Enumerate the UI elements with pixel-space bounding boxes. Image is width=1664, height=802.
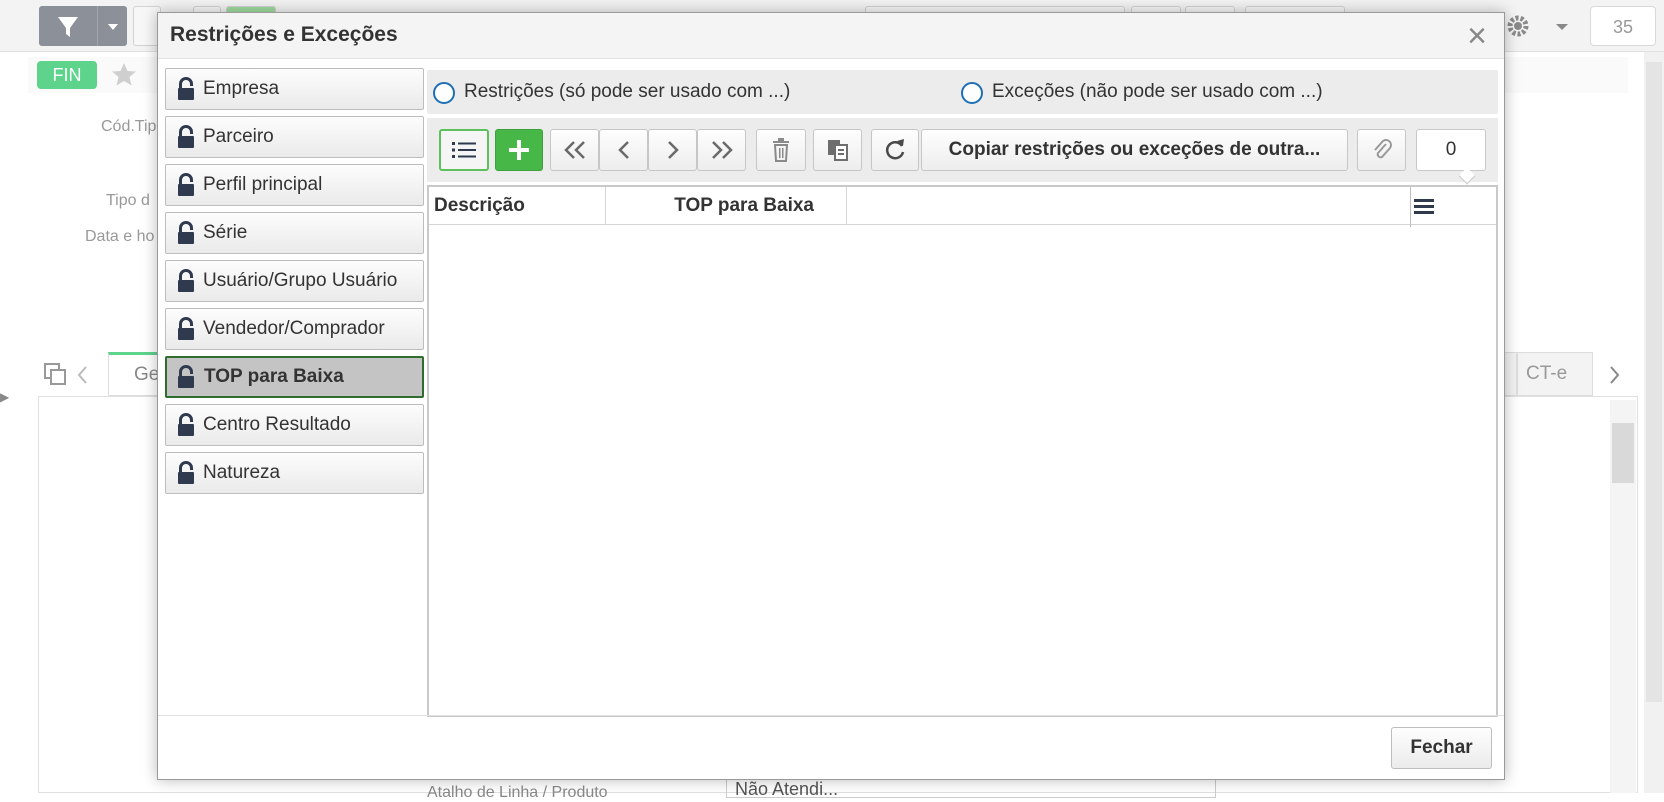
- lock-icon: [178, 317, 194, 340]
- caret-down-icon: [1556, 24, 1568, 30]
- tab-general[interactable]: Ge: [108, 352, 160, 396]
- sidebar-item-serie[interactable]: Série: [165, 212, 424, 254]
- delete-button[interactable]: [756, 129, 806, 171]
- close-icon[interactable]: ×: [1460, 19, 1494, 53]
- mode-radio-group: Restrições (só pode ser usado com ...) E…: [427, 70, 1498, 114]
- background-row-label: Atalho de Linha / Produto: [427, 784, 608, 801]
- caret-down-icon: [108, 24, 118, 30]
- sidebar-item-label: Vendedor/Comprador: [203, 318, 385, 339]
- footer-divider: [158, 715, 1504, 716]
- lock-icon: [178, 365, 194, 388]
- records-grid: Descrição TOP para Baixa: [427, 185, 1498, 717]
- record-counter: 35: [1590, 6, 1656, 46]
- lock-icon: [178, 461, 194, 484]
- column-divider: [846, 187, 847, 225]
- radio-restricoes[interactable]: [433, 82, 455, 104]
- sidebar-item-label: TOP para Baixa: [204, 366, 344, 387]
- paperclip-icon: [1373, 139, 1392, 159]
- last-record-button[interactable]: [697, 129, 746, 171]
- sidebar-item-label: Empresa: [203, 78, 280, 99]
- refresh-icon: [885, 139, 905, 160]
- tab-label: CT-e: [1526, 363, 1568, 384]
- sidebar-item-parceiro[interactable]: Parceiro: [165, 116, 424, 158]
- next-record-button[interactable]: [648, 129, 697, 171]
- sidebar-item-perfil-principal[interactable]: Perfil principal: [165, 164, 424, 206]
- field-label: Cód.Tip: [101, 118, 157, 135]
- module-badge: FIN: [37, 61, 97, 89]
- fechar-button[interactable]: Fechar: [1391, 727, 1492, 769]
- filter-icon: [58, 17, 78, 37]
- add-button[interactable]: [495, 129, 543, 171]
- column-header-top-para-baixa[interactable]: TOP para Baixa: [606, 187, 846, 225]
- tab-label: Ge: [134, 364, 160, 385]
- dialog-header: Restrições e Exceções ×: [158, 13, 1504, 59]
- settings-dropdown-button[interactable]: [1545, 6, 1579, 46]
- lock-icon: [178, 269, 194, 292]
- sidebar-item-label: Usuário/Grupo Usuário: [203, 270, 398, 291]
- tab-partial[interactable]: [1505, 352, 1517, 396]
- sidebar-item-label: Centro Resultado: [203, 414, 351, 435]
- lock-icon: [178, 125, 194, 148]
- duplicate-button[interactable]: [813, 129, 862, 171]
- lock-icon: [178, 77, 194, 100]
- page-scrollbar-thumb[interactable]: [1646, 62, 1662, 702]
- expand-arrow-icon[interactable]: ▶: [0, 390, 9, 404]
- chevron-right-icon: [667, 141, 679, 159]
- duplicate-icon: [827, 140, 848, 161]
- sidebar-item-usuario-grupo[interactable]: Usuário/Grupo Usuário: [165, 260, 424, 302]
- refresh-button[interactable]: [871, 129, 919, 171]
- gear-icon: [1507, 15, 1529, 37]
- column-header-descricao[interactable]: Descrição: [434, 187, 525, 225]
- sidebar-item-centro-resultado[interactable]: Centro Resultado: [165, 404, 424, 446]
- settings-button[interactable]: [1500, 6, 1540, 46]
- sidebar-item-label: Perfil principal: [203, 174, 323, 195]
- list-view-button[interactable]: [439, 129, 489, 171]
- hamburger-menu-icon: [1414, 199, 1434, 214]
- trash-icon: [773, 138, 789, 162]
- chevron-left-icon: [617, 141, 629, 159]
- column-menu-button[interactable]: [1412, 193, 1436, 219]
- filter-button[interactable]: [39, 6, 97, 46]
- copy-icon[interactable]: [43, 362, 67, 386]
- chevron-right-icon[interactable]: [1606, 364, 1622, 386]
- sidebar-item-natureza[interactable]: Natureza: [165, 452, 424, 494]
- sidebar-item-label: Natureza: [203, 462, 281, 483]
- attachment-count: 0: [1416, 129, 1486, 171]
- sidebar-item-label: Parceiro: [203, 126, 274, 147]
- sidebar-item-empresa[interactable]: Empresa: [165, 68, 424, 110]
- copy-from-other-label: Copiar restrições ou exceções de outra..…: [948, 139, 1321, 160]
- field-label: Tipo d: [106, 192, 150, 209]
- lock-icon: [178, 221, 194, 244]
- grid-header: Descrição TOP para Baixa: [429, 187, 1496, 227]
- double-chevron-left-icon: [563, 141, 585, 159]
- copy-from-other-button[interactable]: Copiar restrições ou exceções de outra..…: [921, 129, 1348, 171]
- tab-scrollbar-thumb[interactable]: [1612, 423, 1634, 483]
- previous-record-button[interactable]: [599, 129, 648, 171]
- star-icon[interactable]: [110, 61, 138, 89]
- field-label: Data e ho: [85, 228, 155, 245]
- plus-icon: [509, 140, 529, 160]
- filter-dropdown-button[interactable]: [97, 6, 127, 46]
- lock-icon: [178, 173, 194, 196]
- sidebar-item-top-para-baixa[interactable]: TOP para Baixa: [165, 356, 424, 398]
- radio-excecoes-label[interactable]: Exceções (não pode ser usado com ...): [992, 81, 1323, 103]
- tab-cte[interactable]: CT-e: [1517, 352, 1593, 396]
- first-record-button[interactable]: [550, 129, 599, 171]
- double-chevron-right-icon: [711, 141, 733, 159]
- restrictions-dialog: Restrições e Exceções × Empresa Parceiro…: [157, 12, 1505, 780]
- sidebar-item-vendedor-comprador[interactable]: Vendedor/Comprador: [165, 308, 424, 350]
- radio-restricoes-label[interactable]: Restrições (só pode ser usado com ...): [464, 81, 790, 103]
- list-icon: [452, 142, 476, 158]
- lock-icon: [178, 413, 194, 436]
- column-divider: [1410, 187, 1411, 227]
- dialog-title: Restrições e Exceções: [170, 23, 398, 46]
- chevron-left-icon[interactable]: [75, 364, 91, 386]
- radio-excecoes[interactable]: [961, 82, 983, 104]
- sidebar-item-label: Série: [203, 222, 248, 243]
- attachment-button[interactable]: [1357, 129, 1406, 171]
- background-row-field: Não Atendi...: [726, 778, 1216, 798]
